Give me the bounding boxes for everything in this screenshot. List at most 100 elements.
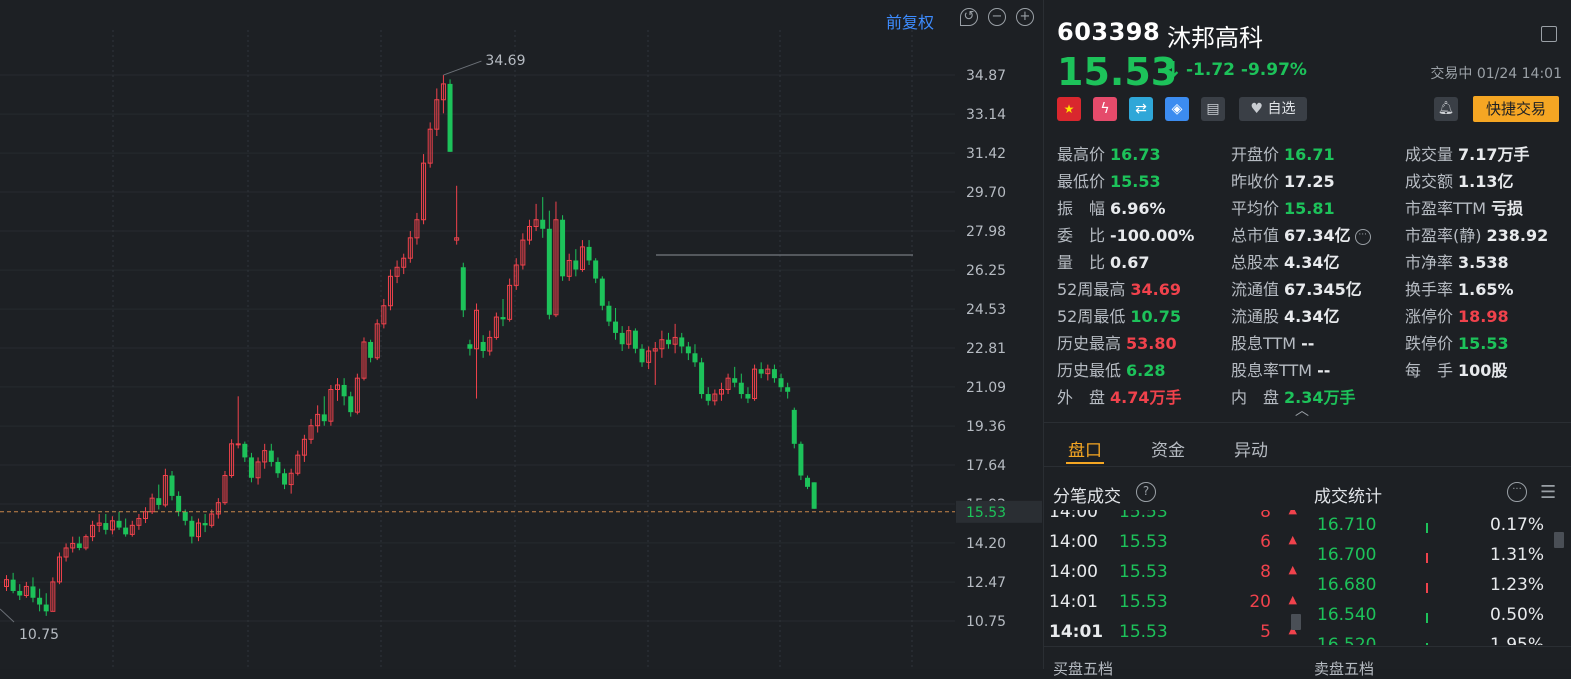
candle-body	[732, 378, 738, 383]
quote-stat-value: 53.80	[1126, 334, 1177, 353]
quote-stat-label: 昨收价	[1231, 172, 1280, 191]
heart-icon: ♥	[1250, 101, 1264, 117]
quote-stat-value: 10.75	[1130, 307, 1181, 326]
china-flag-icon[interactable]: ★	[1057, 97, 1081, 121]
candle-body	[248, 457, 254, 478]
y-axis-label: 31.42	[966, 146, 1006, 162]
watchlist-button[interactable]: ♥ 自选	[1239, 97, 1307, 121]
help-icon[interactable]: ?	[1136, 482, 1156, 502]
y-axis-label: 24.53	[966, 302, 1006, 318]
candle-body	[480, 341, 486, 352]
quote-stat: 每 手 100股	[1405, 357, 1507, 381]
y-axis-label: 33.14	[966, 107, 1006, 123]
candle-body	[76, 543, 82, 548]
stats-scrollbar[interactable]	[1554, 532, 1564, 548]
candle-body	[156, 498, 162, 505]
quote-panel: 603398 沐邦高科 15.53 ↓ -1.72 -9.97% 交易中 01/…	[1043, 0, 1571, 678]
current-price-tag: 15.53	[966, 505, 1006, 521]
quote-stat-value: 34.69	[1130, 280, 1181, 299]
quote-stat-value: 18.98	[1458, 307, 1509, 326]
y-axis-label: 29.70	[966, 185, 1006, 201]
quote-stat: 委 比 -100.00%	[1057, 222, 1194, 246]
alert-bell-icon[interactable]: 🔔︎	[1434, 97, 1458, 121]
candle-body	[613, 321, 619, 333]
quote-stat-label: 换手率	[1405, 280, 1454, 299]
quote-stat-label: 每 手	[1405, 361, 1454, 380]
stats-pct: 0.50%	[1489, 605, 1544, 625]
y-axis-label: 26.25	[966, 263, 1006, 279]
collapse-caret-icon[interactable]: ︿	[1295, 400, 1309, 420]
stats-price: 16.710	[1317, 515, 1377, 535]
candle-body	[586, 246, 592, 261]
adjust-mode-link[interactable]: 前复权	[886, 9, 934, 33]
stats-price: 16.680	[1317, 575, 1377, 595]
stats-bar	[1426, 643, 1428, 645]
low-leader-line	[0, 608, 15, 623]
quote-stat-label: 外 盘	[1057, 388, 1106, 407]
reset-icon[interactable]: ↺	[960, 8, 978, 26]
candle-body	[546, 228, 552, 315]
candle-body	[348, 396, 354, 413]
zoom-in-icon[interactable]: +	[1016, 8, 1034, 26]
candle-body	[606, 305, 612, 322]
panel-toggle-icon[interactable]	[1541, 26, 1557, 42]
tab-yidong[interactable]: 异动	[1234, 436, 1268, 461]
tab-pankou[interactable]: 盘口	[1068, 436, 1102, 461]
zoom-out-icon[interactable]: −	[988, 8, 1006, 26]
quote-stat-label: 股息率TTM	[1231, 361, 1313, 380]
more-options-icon[interactable]: ···	[1507, 482, 1527, 502]
stats-bar	[1426, 523, 1428, 533]
candle-body	[275, 461, 281, 474]
margin-icon[interactable]: ϟ	[1093, 97, 1117, 121]
stats-bar	[1426, 553, 1428, 563]
quote-stat-value: 15.81	[1284, 199, 1335, 218]
kline-chart[interactable]: 34.87 33.14 31.42 29.70 27.98 26.25 24.53 22.81…	[0, 0, 1043, 669]
candle-body	[30, 586, 36, 598]
quote-stat-label: 涨停价	[1405, 307, 1454, 326]
quote-stat: 振 幅 6.96%	[1057, 195, 1166, 219]
quote-stat: 流通股 4.34亿	[1231, 303, 1340, 327]
y-axis-label: 10.75	[966, 614, 1006, 630]
quote-stat: 平均价 15.81	[1231, 195, 1335, 219]
candle-body	[116, 520, 122, 528]
volume-stats-list[interactable]: 16.710 0.17% 16.700 1.31% 16.680 1.23% 16.540 0…	[1044, 510, 1571, 645]
tag-icon[interactable]: ◈	[1165, 97, 1189, 121]
quote-stat-label: 52周最高	[1057, 280, 1126, 299]
quote-stat: 流通值 67.345亿	[1231, 276, 1362, 300]
candle-body	[169, 475, 175, 496]
quote-stat-value: 67.34亿	[1284, 226, 1351, 245]
candle-body	[811, 482, 817, 509]
stock-name: 沐邦高科	[1167, 24, 1263, 52]
candle-body	[758, 369, 764, 374]
candle-body	[123, 527, 129, 535]
candle-body	[745, 394, 751, 399]
notes-icon[interactable]: ▤	[1201, 97, 1225, 121]
stats-row: 16.680 1.23%	[1314, 575, 1564, 605]
quote-stat-value: 6.96%	[1110, 199, 1166, 218]
down-arrow-icon: ↓	[1164, 58, 1183, 83]
quote-stat-value: 7.17万手	[1458, 145, 1530, 164]
y-axis-label: 12.47	[966, 575, 1006, 591]
tab-zijin[interactable]: 资金	[1151, 436, 1185, 461]
list-view-icon[interactable]: ☰	[1540, 482, 1556, 503]
candle-body	[599, 278, 605, 306]
watchlist-label: 自选	[1267, 101, 1296, 117]
quote-stat: 市盈率(静) 238.92	[1405, 222, 1548, 246]
candle-body	[189, 520, 195, 537]
quote-stat-value: 1.65%	[1458, 280, 1514, 299]
divider	[1044, 466, 1571, 467]
quote-stat-value: 15.53	[1110, 172, 1161, 191]
more-icon[interactable]: ···	[1354, 228, 1371, 245]
stats-bar	[1426, 583, 1428, 593]
candle-body	[103, 523, 109, 530]
quote-stat-value: 亏损	[1491, 199, 1524, 218]
stats-row: 16.520 1.95%	[1314, 635, 1564, 645]
quick-trade-button[interactable]: 快捷交易	[1473, 96, 1559, 122]
active-tab-indicator	[1066, 462, 1104, 464]
stats-price: 16.540	[1317, 605, 1377, 625]
quote-stat-label: 市盈率(静)	[1405, 226, 1482, 245]
stats-pct: 0.17%	[1489, 515, 1544, 535]
quote-stat: 总股本 4.34亿	[1231, 249, 1340, 273]
connect-icon[interactable]: ⇄	[1129, 97, 1153, 121]
quote-stat: 52周最低 10.75	[1057, 303, 1181, 327]
